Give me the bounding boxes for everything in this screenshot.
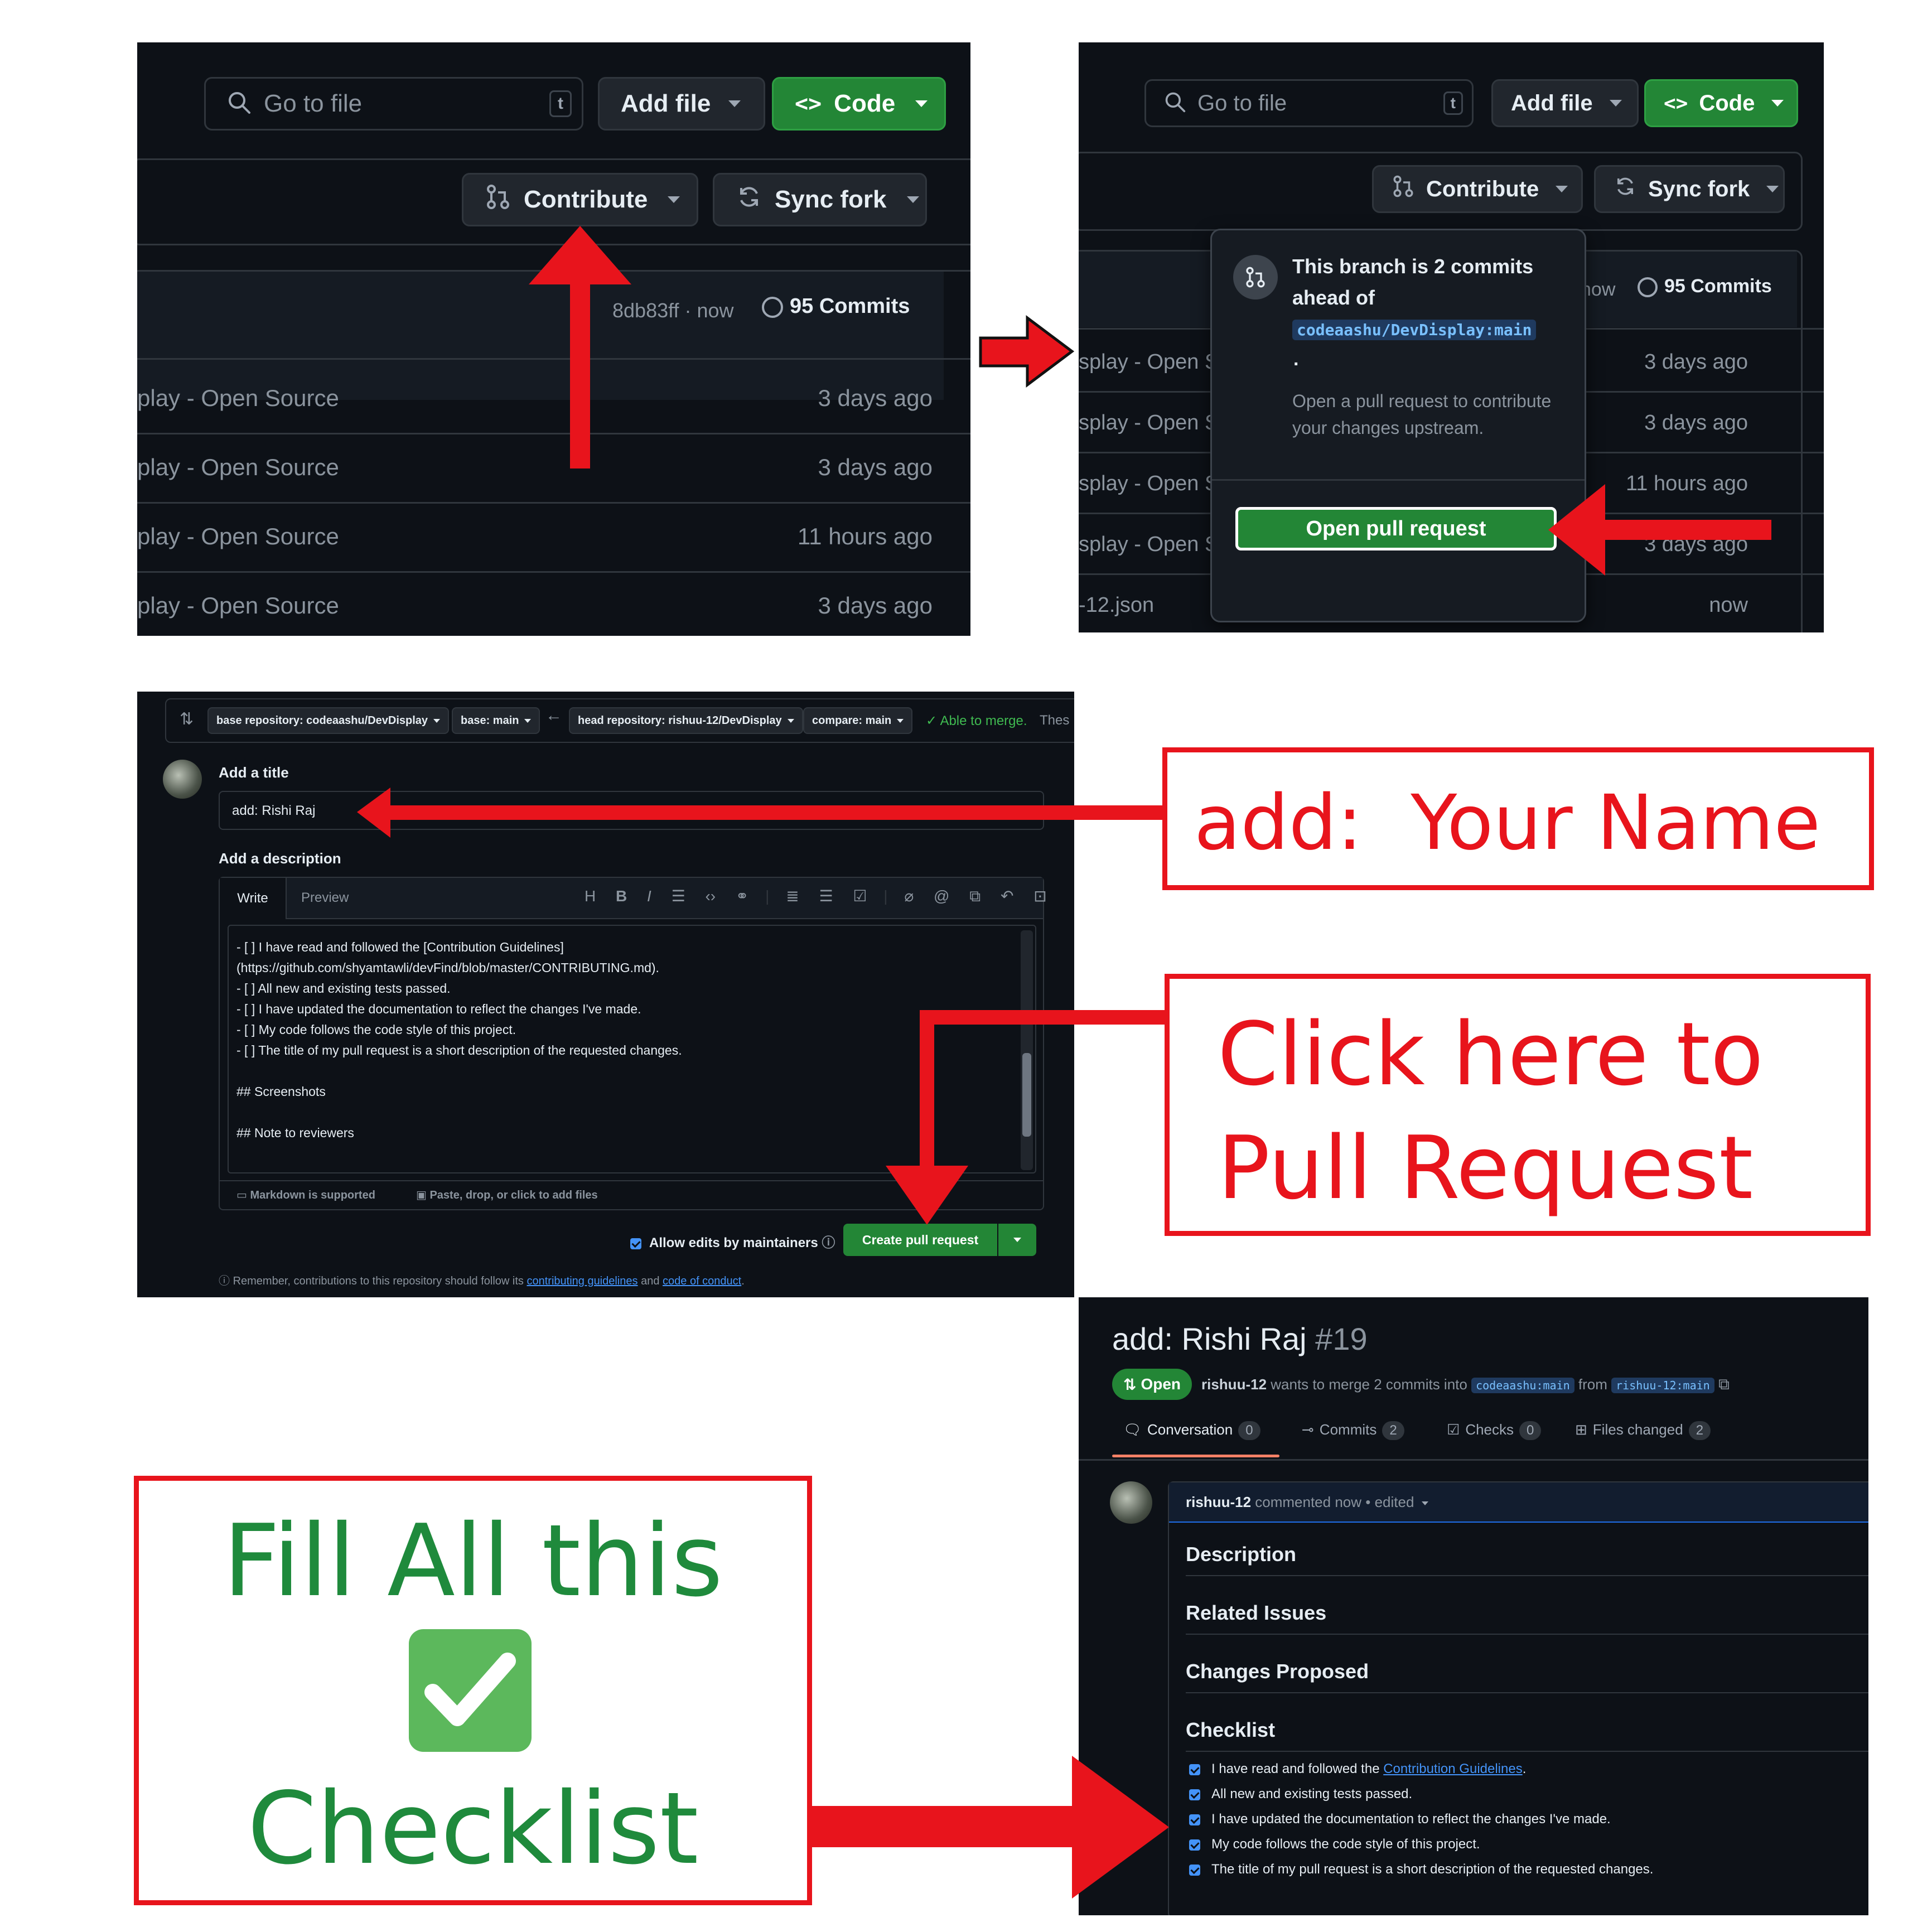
arrow-checklist-annotation <box>810 1756 1169 1899</box>
